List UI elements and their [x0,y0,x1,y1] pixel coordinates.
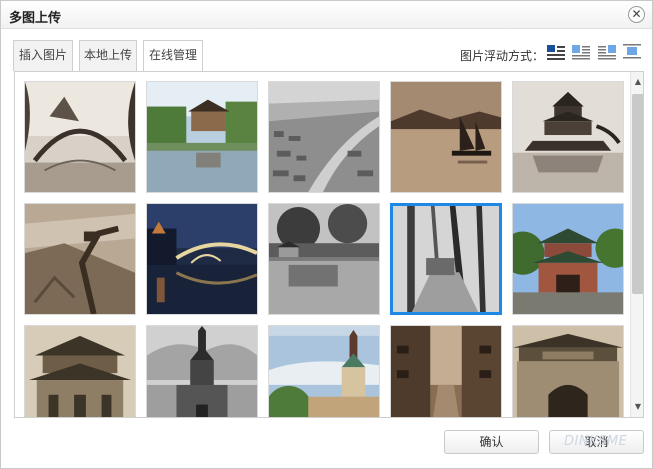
gallery-thumb-pond-trees[interactable] [268,203,380,315]
tab-local-upload[interactable]: 本地上传 [79,40,137,71]
gallery-scrollbar[interactable]: ▲ ▼ [630,72,643,417]
dialog-titlebar: 多图上传 ✕ [1,1,652,29]
gallery-thumb-sailboat-lake[interactable] [390,81,502,193]
float-mode-label: 图片浮动方式： [460,49,545,63]
dialog: 多图上传 ✕ 插入图片 本地上传 在线管理 图片浮动方式： ▲ ▼ 确认 取消 … [0,0,653,469]
scroll-down-icon[interactable]: ▼ [631,401,643,413]
tab-insert-image[interactable]: 插入图片 [13,40,73,71]
gallery-thumb-church-color[interactable] [268,325,380,417]
float-center-icon[interactable] [622,43,642,61]
confirm-button[interactable]: 确认 [444,430,539,454]
float-left-icon[interactable] [571,43,591,61]
float-right-icon[interactable] [597,43,617,61]
float-none-icon[interactable] [546,43,566,61]
gallery-thumb-night-bridge[interactable] [146,203,258,315]
tab-online-manage[interactable]: 在线管理 [143,40,203,72]
image-gallery: ▲ ▼ [14,71,644,418]
gallery-thumb-forest-path[interactable] [390,203,502,315]
watermark: DINKSME [564,434,628,449]
gallery-thumb-temple-island[interactable] [512,81,624,193]
gallery-thumb-city-gate[interactable] [512,325,624,417]
gallery-thumb-aerial-town[interactable] [268,81,380,193]
scroll-thumb[interactable] [632,94,643,294]
gallery-thumb-pavilion-pond[interactable] [146,81,258,193]
gallery-thumb-pagoda-gate[interactable] [512,203,624,315]
dialog-title: 多图上传 [9,11,62,26]
gallery-thumb-arch-bridge[interactable] [24,81,136,193]
gallery-thumb-old-street[interactable] [390,325,502,417]
scroll-up-icon[interactable]: ▲ [631,76,643,88]
gallery-thumb-cathedral-bw[interactable] [146,325,258,417]
close-icon[interactable]: ✕ [628,6,645,23]
gallery-thumb-temple-roof[interactable] [24,325,136,417]
gallery-thumb-great-wall[interactable] [24,203,136,315]
